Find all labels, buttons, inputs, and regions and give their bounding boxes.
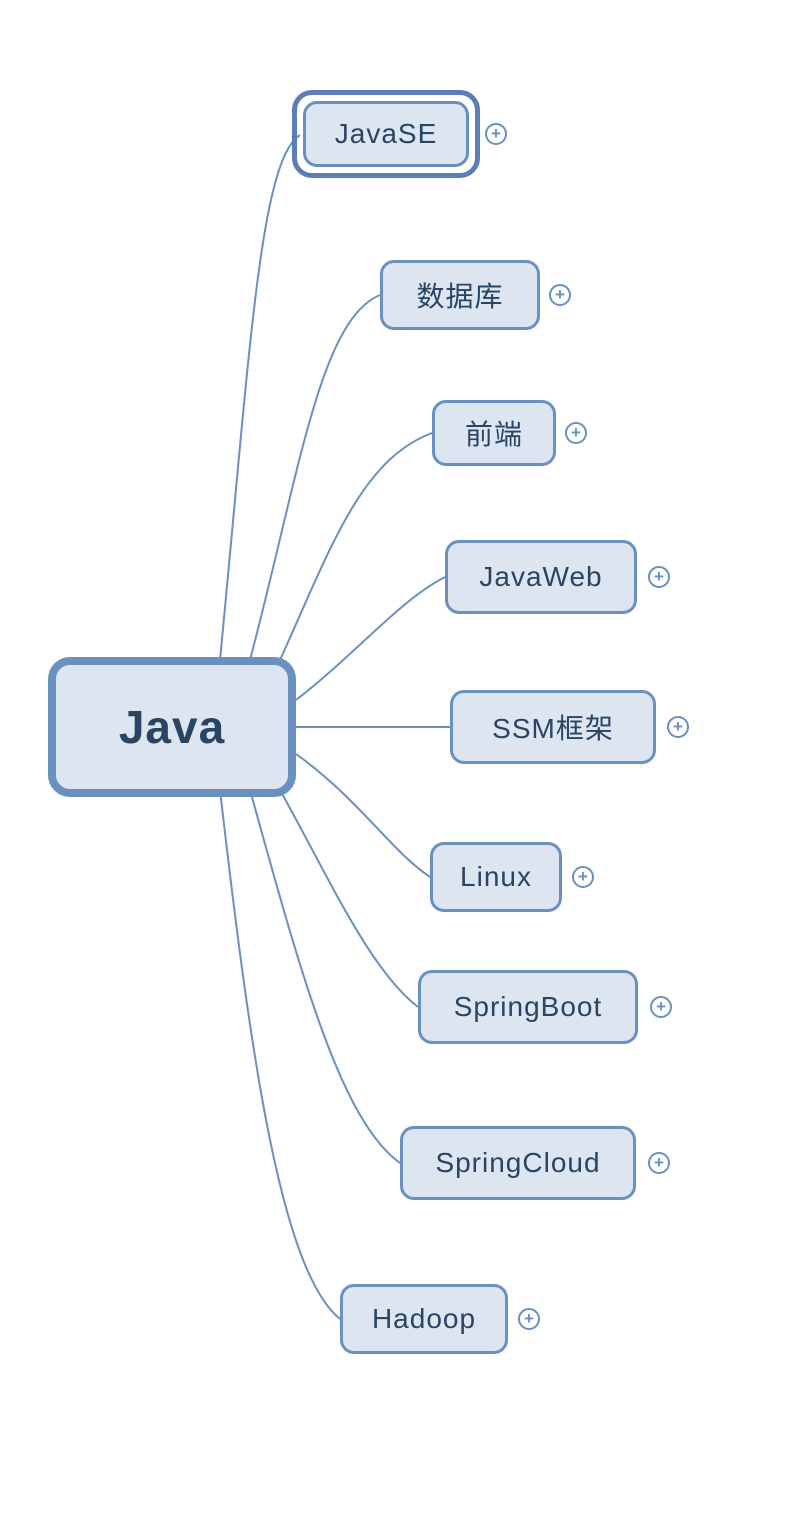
node-linux[interactable]: Linux (430, 842, 562, 912)
root-label: Java (119, 700, 225, 754)
node-label: Hadoop (372, 1303, 476, 1335)
node-label: 数据库 (416, 275, 503, 315)
expand-icon[interactable]: + (565, 422, 587, 444)
node-springcloud[interactable]: SpringCloud (400, 1126, 636, 1200)
node-label: JavaSE (335, 118, 438, 150)
node-ssm[interactable]: SSM框架 (450, 690, 656, 764)
node-label: SpringBoot (454, 991, 603, 1023)
node-springboot[interactable]: SpringBoot (418, 970, 638, 1044)
expand-icon[interactable]: + (549, 284, 571, 306)
node-javase-selection: JavaSE (292, 90, 480, 178)
expand-icon[interactable]: + (485, 123, 507, 145)
node-label: Linux (460, 861, 532, 893)
expand-icon[interactable]: + (648, 566, 670, 588)
expand-icon[interactable]: + (572, 866, 594, 888)
node-javaweb[interactable]: JavaWeb (445, 540, 637, 614)
node-javase[interactable]: JavaSE (303, 101, 469, 167)
expand-icon[interactable]: + (648, 1152, 670, 1174)
root-node-java[interactable]: Java (48, 657, 296, 797)
expand-icon[interactable]: + (518, 1308, 540, 1330)
node-label: 前端 (465, 413, 523, 453)
expand-icon[interactable]: + (667, 716, 689, 738)
node-frontend[interactable]: 前端 (432, 400, 556, 466)
expand-icon[interactable]: + (650, 996, 672, 1018)
node-label: SpringCloud (435, 1147, 600, 1179)
node-hadoop[interactable]: Hadoop (340, 1284, 508, 1354)
node-label: JavaWeb (479, 561, 602, 593)
node-label: SSM框架 (492, 707, 614, 747)
node-database[interactable]: 数据库 (380, 260, 540, 330)
